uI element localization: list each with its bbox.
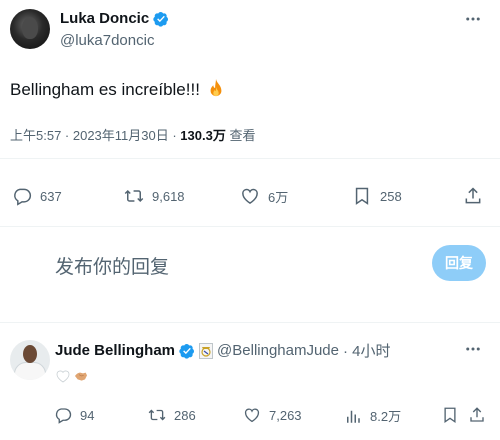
avatar-head xyxy=(23,345,37,363)
reply-views-button[interactable]: 8.2万 xyxy=(344,406,401,425)
tweet-actions: 637 9,618 6万 258 xyxy=(0,186,500,210)
like-button[interactable]: 6万 xyxy=(240,186,288,206)
reply-bookmark-button[interactable] xyxy=(441,406,459,424)
reply-like-count: 7,263 xyxy=(269,407,302,423)
more-icon[interactable] xyxy=(464,10,482,33)
like-icon xyxy=(242,188,258,204)
bookmark-icon xyxy=(355,187,369,205)
handshake-emoji xyxy=(75,372,87,381)
fire-emoji xyxy=(210,79,222,97)
reply-author-name[interactable]: Jude Bellingham xyxy=(55,342,175,359)
verified-badge-icon xyxy=(179,343,195,359)
club-crest-icon[interactable] xyxy=(199,342,214,359)
views-count: 130.3万 xyxy=(180,128,226,143)
reply-time[interactable]: · 4小时 xyxy=(343,340,391,361)
divider-mid xyxy=(0,226,500,227)
author-handle[interactable]: @luka7doncic xyxy=(60,32,154,49)
retweet-count: 9,618 xyxy=(152,188,185,204)
bookmark-icon xyxy=(444,407,456,424)
reply-views-count: 8.2万 xyxy=(370,409,402,424)
reply-reply-button[interactable]: 94 xyxy=(54,406,94,424)
share-icon xyxy=(470,407,484,422)
share-icon xyxy=(465,187,481,204)
reply-author-handle[interactable]: @BellinghamJude xyxy=(217,342,339,359)
reply-author-row: Jude Bellingham @BellinghamJude · 4小时 xyxy=(55,340,391,361)
divider-top xyxy=(0,158,500,159)
views-label: 查看 xyxy=(225,128,256,143)
reply-icon xyxy=(14,188,32,206)
reply-actions: 94 286 7,263 8.2万 xyxy=(0,406,500,430)
reply-composer: 发布你的回复 回复 xyxy=(0,230,500,298)
tweet-timestamp[interactable]: 上午5:57 · 2023年11月30日 · xyxy=(10,128,180,143)
verified-badge-icon xyxy=(153,11,169,27)
tweet-text: Bellingham es increíble!!! xyxy=(10,80,200,99)
avatar-shirt xyxy=(14,362,46,380)
like-count: 6万 xyxy=(268,189,289,205)
author-avatar[interactable] xyxy=(10,9,50,49)
tweet-meta: 上午5:57 · 2023年11月30日 · 130.3万 查看 xyxy=(10,125,255,144)
reply-input[interactable]: 发布你的回复 xyxy=(55,252,169,279)
reply-reply-count: 94 xyxy=(80,407,95,423)
retweet-icon xyxy=(124,189,144,203)
author-name[interactable]: Luka Doncic xyxy=(60,10,149,27)
reply-share-button[interactable] xyxy=(468,406,486,424)
reply-retweet-count: 286 xyxy=(174,407,196,423)
white-heart-emoji xyxy=(56,370,70,383)
author-name-row: Luka Doncic xyxy=(60,10,169,27)
reply-text xyxy=(55,368,89,384)
divider-bottom xyxy=(0,322,500,323)
reply-retweet-button[interactable]: 286 xyxy=(148,406,196,424)
reply-like-button[interactable]: 7,263 xyxy=(243,406,302,424)
more-icon[interactable] xyxy=(464,340,482,363)
views-icon xyxy=(347,410,360,423)
share-button[interactable] xyxy=(463,186,483,206)
like-icon xyxy=(244,408,260,423)
user-avatar[interactable] xyxy=(10,244,50,284)
reply-submit-button[interactable]: 回复 xyxy=(432,245,486,281)
reply-icon xyxy=(55,408,72,424)
bookmark-button[interactable]: 258 xyxy=(352,186,402,206)
reply-author-avatar[interactable] xyxy=(10,340,50,380)
bookmark-count: 258 xyxy=(380,188,402,204)
tweet-text-row: Bellingham es increíble!!! xyxy=(10,78,225,100)
retweet-button[interactable]: 9,618 xyxy=(124,186,185,206)
reply-count: 637 xyxy=(40,188,62,204)
reply-button[interactable]: 637 xyxy=(12,186,62,206)
retweet-icon xyxy=(148,409,166,421)
